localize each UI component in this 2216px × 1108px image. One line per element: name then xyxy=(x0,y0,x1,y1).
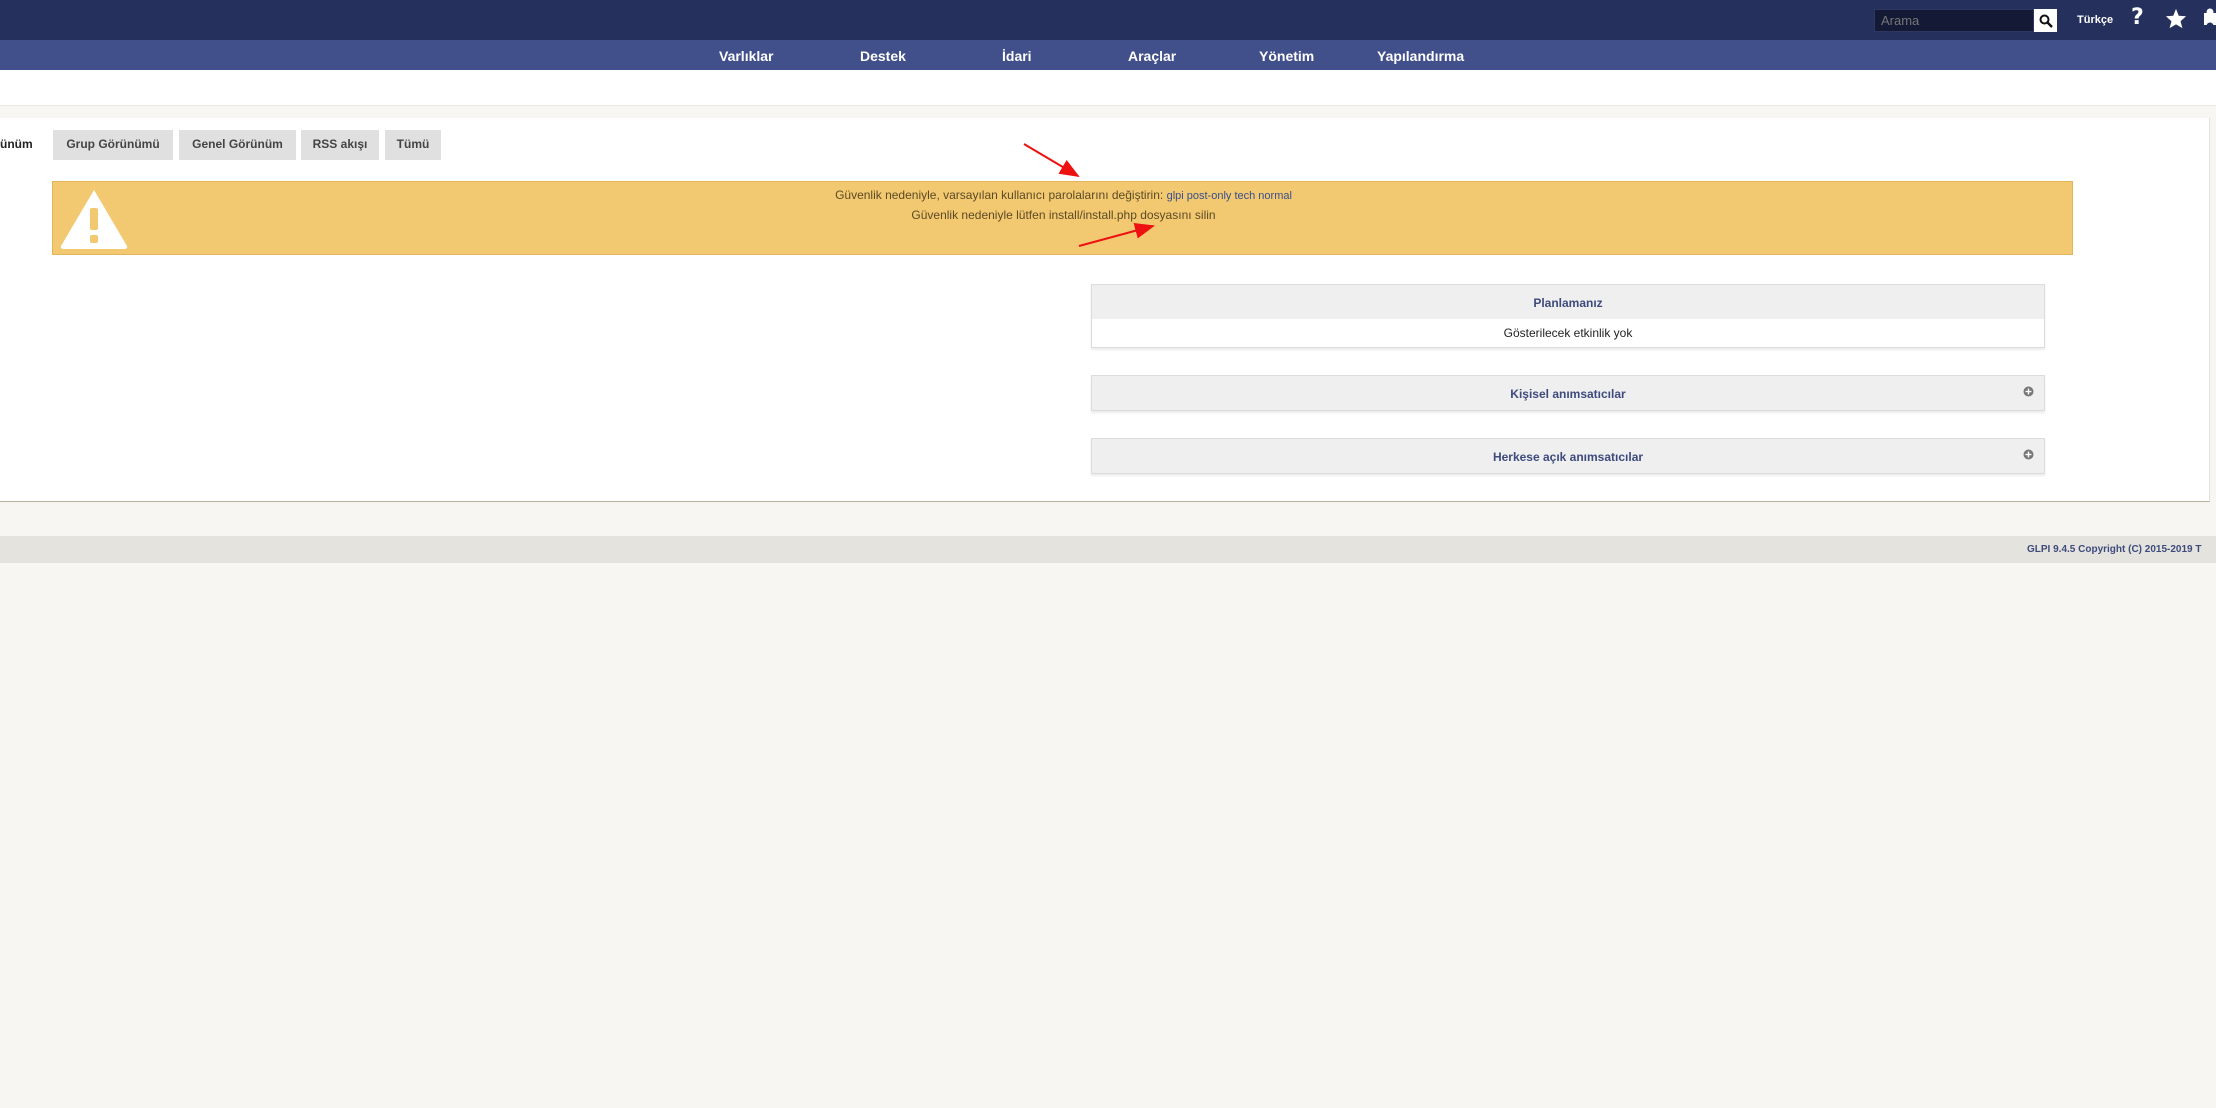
menu-assets[interactable]: Varlıklar xyxy=(719,48,774,64)
personal-reminders-panel: Kişisel anımsatıcılar xyxy=(1091,375,2045,411)
tab-group-view[interactable]: Grup Görünümü xyxy=(53,130,173,160)
menu-administration[interactable]: Yönetim xyxy=(1259,48,1314,64)
footer: GLPI 9.4.5 Copyright (C) 2015-2019 T xyxy=(0,536,2216,563)
footer-copyright[interactable]: GLPI 9.4.5 Copyright (C) 2015-2019 T xyxy=(2027,544,2202,555)
help-icon[interactable]: ? xyxy=(2131,5,2144,30)
search-icon xyxy=(2039,14,2053,28)
security-warning-banner: Güvenlik nedeniyle, varsayılan kullanıcı… xyxy=(52,181,2073,255)
menu-assistance[interactable]: Destek xyxy=(860,48,906,64)
menu-setup[interactable]: Yapılandırma xyxy=(1377,48,1464,64)
tab-all[interactable]: Tümü xyxy=(385,130,441,160)
public-reminders-title[interactable]: Herkese açık anımsatıcılar xyxy=(1493,450,1643,464)
menu-management[interactable]: İdari xyxy=(1002,48,1032,64)
top-header: Türkçe ? xyxy=(0,0,2216,40)
planning-title[interactable]: Planlamanız xyxy=(1092,285,2044,319)
add-reminder-icon[interactable] xyxy=(2023,386,2034,397)
tab-rss-feed[interactable]: RSS akışı xyxy=(301,130,379,160)
search-button[interactable] xyxy=(2034,9,2057,32)
add-public-reminder-icon[interactable] xyxy=(2023,449,2034,460)
search-input[interactable] xyxy=(1874,9,2034,32)
personal-reminders-header[interactable]: Kişisel anımsatıcılar xyxy=(1092,376,2044,410)
default-users-links[interactable]: glpi post-only tech normal xyxy=(1167,190,1292,202)
star-icon[interactable] xyxy=(2165,8,2187,29)
main-menu: Varlıklar Destek İdari Araçlar Yönetim Y… xyxy=(0,40,2216,70)
default-password-text: Güvenlik nedeniyle, varsayılan kullanıcı… xyxy=(835,188,1167,202)
menu-tools[interactable]: Araçlar xyxy=(1128,48,1176,64)
public-reminders-panel: Herkese açık anımsatıcılar xyxy=(1091,438,2045,474)
personal-reminders-title[interactable]: Kişisel anımsatıcılar xyxy=(1510,387,1625,401)
install-file-warning: Güvenlik nedeniyle lütfen install/instal… xyxy=(911,208,1216,222)
planning-panel: Planlamanız Gösterilecek etkinlik yok xyxy=(1091,284,2045,348)
default-password-warning: Güvenlik nedeniyle, varsayılan kullanıcı… xyxy=(53,188,2074,202)
tab-global-view[interactable]: Genel Görünüm xyxy=(179,130,296,160)
language-selector[interactable]: Türkçe xyxy=(2077,14,2113,26)
breadcrumb-bar xyxy=(0,70,2216,106)
public-reminders-header[interactable]: Herkese açık anımsatıcılar xyxy=(1092,439,2044,473)
puzzle-icon[interactable] xyxy=(2204,8,2216,30)
tab-personal-view[interactable]: ünüm xyxy=(0,137,33,151)
planning-empty-text: Gösterilecek etkinlik yok xyxy=(1092,319,2044,347)
